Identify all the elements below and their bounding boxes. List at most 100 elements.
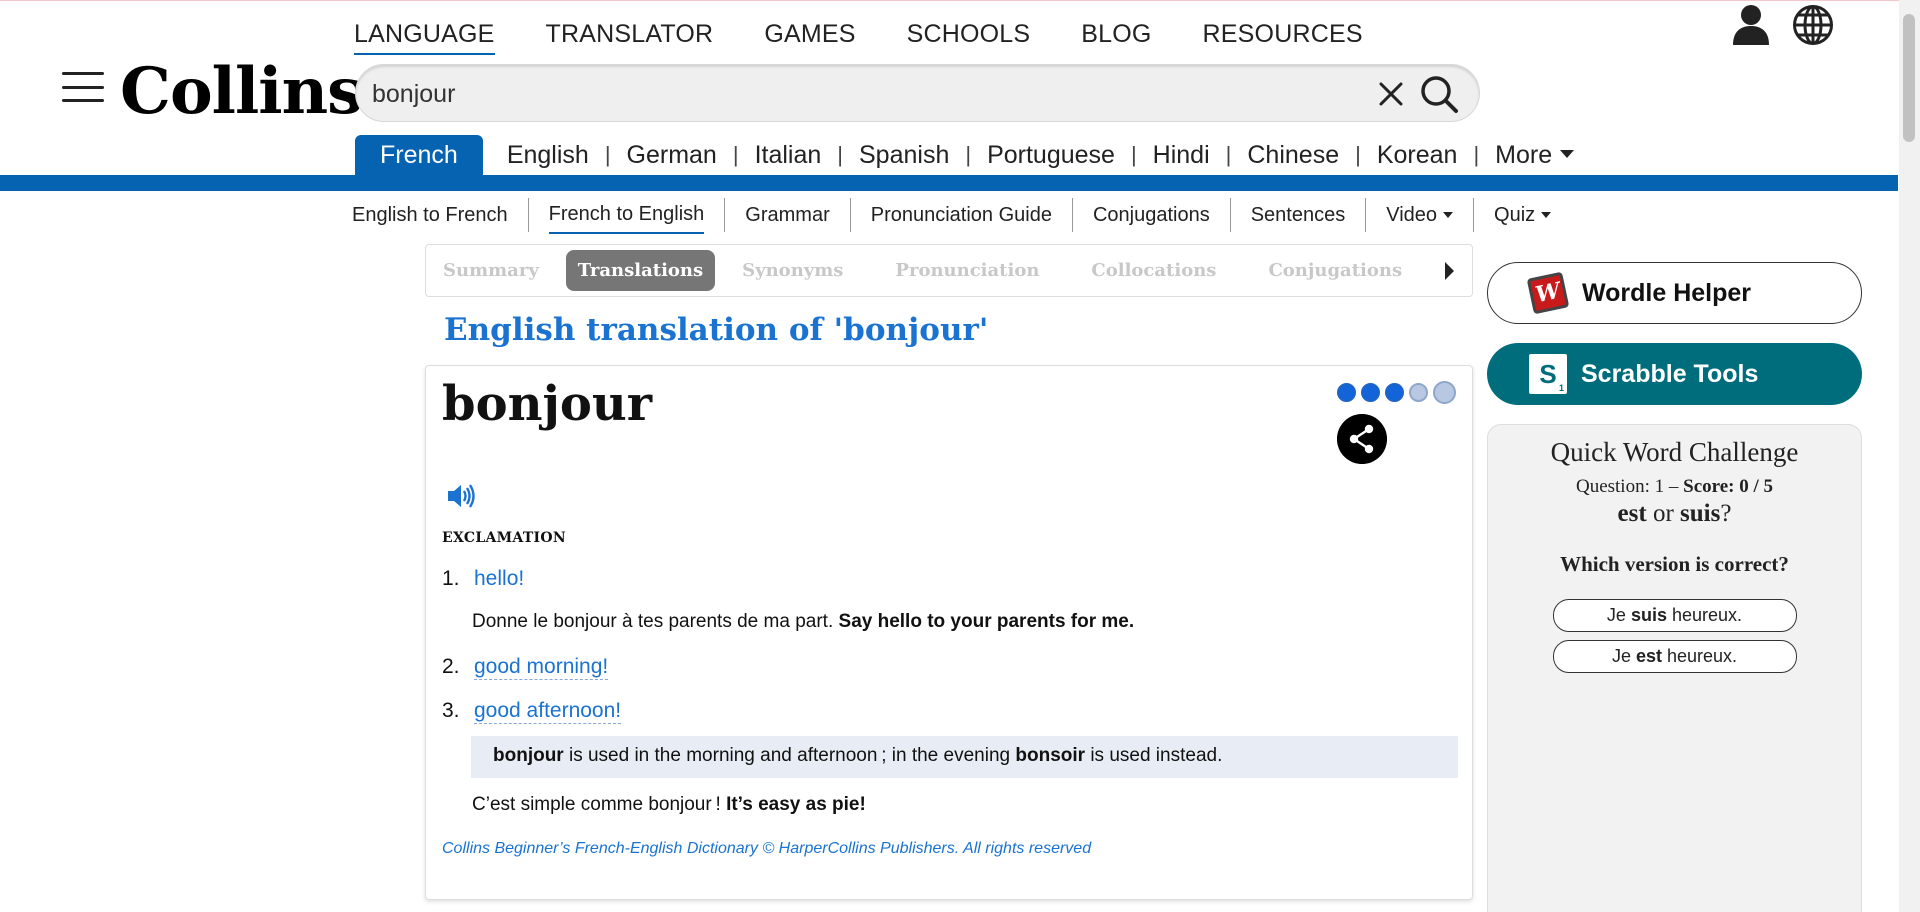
option-verb: est — [1635, 646, 1662, 666]
subnav-english-to-french[interactable]: English to French — [352, 198, 508, 233]
search-icon[interactable] — [1418, 73, 1460, 115]
section-tab-translations[interactable]: Translations — [565, 250, 716, 291]
quiz-status: Question: 1 – Score: 0 / 5 — [1488, 476, 1861, 498]
question-number: 1 — [1654, 476, 1665, 497]
subnav-quiz-label: Quiz — [1494, 203, 1536, 226]
frequency-dot — [1337, 383, 1356, 402]
lang-tab-more-label: More — [1495, 141, 1553, 169]
search-input[interactable] — [372, 75, 1312, 113]
top-nav-translator[interactable]: TRANSLATOR — [546, 20, 714, 55]
option-text: heureux. — [1667, 646, 1738, 666]
question-label: Question: — [1575, 476, 1650, 497]
translation-link[interactable]: hello! — [474, 567, 524, 591]
option-verb: suis — [1630, 605, 1667, 625]
sense-item: 1. hello! — [442, 567, 524, 591]
scrollbar-thumb[interactable] — [1903, 14, 1915, 142]
example-french: C’est simple comme bonjour ! — [472, 794, 721, 815]
section-tab-summary[interactable]: Summary — [443, 260, 539, 281]
scrabble-tile-icon: S 1 — [1529, 354, 1567, 394]
lang-tab-hindi[interactable]: Hindi — [1153, 137, 1210, 176]
quick-word-challenge: Quick Word Challenge Question: 1 – Score… — [1487, 424, 1862, 912]
top-nav-schools[interactable]: SCHOOLS — [907, 20, 1031, 55]
quiz-word-pair: est or suis? — [1488, 500, 1861, 528]
sense-item: 2. good morning! — [442, 655, 609, 680]
frequency-dot — [1385, 383, 1404, 402]
lang-tab-italian[interactable]: Italian — [755, 137, 822, 176]
scrabble-tools-label: Scrabble Tools — [1581, 359, 1759, 388]
section-tabs: Summary Translations Synonyms Pronunciat… — [425, 244, 1473, 297]
quiz-title: Quick Word Challenge — [1550, 437, 1799, 467]
lang-tab-french[interactable]: French — [355, 135, 483, 176]
page-title: English translation of 'bonjour' — [444, 312, 989, 348]
option-text: Je — [1606, 605, 1626, 625]
section-tab-conjugations[interactable]: Conjugations — [1268, 260, 1402, 281]
top-nav: LANGUAGE TRANSLATOR GAMES SCHOOLS BLOG R… — [354, 20, 1363, 55]
example-english: It’s easy as pie! — [726, 794, 866, 815]
frequency-dot — [1361, 383, 1380, 402]
top-nav-games[interactable]: GAMES — [764, 20, 855, 55]
quiz-prompt: Which version is correct? — [1560, 552, 1789, 576]
lang-tab-chinese[interactable]: Chinese — [1247, 137, 1339, 176]
lang-tab-english[interactable]: English — [507, 137, 589, 176]
chevron-down-icon — [1443, 212, 1454, 219]
share-icon[interactable] — [1337, 414, 1387, 464]
brand-bar — [0, 175, 1898, 191]
chevron-down-icon — [1541, 212, 1552, 219]
section-tab-pronunciation[interactable]: Pronunciation — [895, 260, 1039, 281]
top-nav-blog[interactable]: BLOG — [1081, 20, 1151, 55]
subnav-sentences[interactable]: Sentences — [1251, 198, 1346, 233]
lang-tab-german[interactable]: German — [627, 137, 717, 176]
top-nav-resources[interactable]: RESOURCES — [1203, 20, 1363, 55]
scrabble-tools-button[interactable]: S 1 Scrabble Tools — [1487, 343, 1862, 405]
quiz-option-button[interactable]: Je est heureux. — [1552, 640, 1797, 673]
note-text: is used instead. — [1090, 745, 1223, 766]
top-nav-language[interactable]: LANGUAGE — [354, 20, 495, 55]
example-sentence: Donne le bonjour à tes parents de ma par… — [472, 611, 1134, 633]
scroll-right-arrow-icon[interactable] — [1445, 262, 1454, 280]
example-english: Say hello to your parents for me. — [838, 611, 1135, 632]
top-border — [0, 0, 1920, 1]
audio-speaker-icon[interactable] — [446, 482, 476, 510]
subnav-video[interactable]: Video — [1386, 198, 1454, 233]
subnav-grammar[interactable]: Grammar — [745, 198, 829, 233]
subnav-quiz[interactable]: Quiz — [1494, 198, 1552, 233]
language-tabs: French English | German | Italian | Span… — [355, 135, 1575, 176]
lang-tab-korean[interactable]: Korean — [1377, 137, 1458, 176]
wordle-tile-icon: W — [1526, 271, 1570, 315]
sub-nav: English to French French to English Gram… — [352, 196, 1552, 234]
section-tab-synonyms[interactable]: Synonyms — [742, 260, 843, 281]
lang-tab-more[interactable]: More — [1495, 137, 1575, 176]
frequency-indicator — [1337, 381, 1456, 404]
collins-logo[interactable]: Collins — [120, 54, 363, 129]
frequency-dot — [1409, 383, 1428, 402]
globe-language-icon[interactable] — [1792, 4, 1834, 46]
example-sentence: C’est simple comme bonjour ! It’s easy a… — [472, 794, 866, 816]
scrabble-tile-score: 1 — [1558, 383, 1564, 393]
lang-tab-spanish[interactable]: Spanish — [859, 137, 949, 176]
subnav-pronunciation-guide[interactable]: Pronunciation Guide — [871, 198, 1052, 233]
quiz-dash: – — [1668, 476, 1679, 497]
quiz-qmark: ? — [1720, 500, 1732, 527]
note-word: bonsoir — [1015, 745, 1086, 766]
note-text: is used in the morning and afternoon ; i… — [568, 745, 1011, 766]
hamburger-menu-icon[interactable] — [62, 72, 104, 102]
user-account-icon[interactable] — [1731, 3, 1771, 45]
clear-search-icon[interactable] — [1374, 77, 1408, 111]
usage-note: bonjour is used in the morning and after… — [471, 736, 1458, 778]
frequency-dot — [1433, 381, 1456, 404]
wordle-helper-label: Wordle Helper — [1582, 278, 1752, 307]
section-tab-collocations[interactable]: Collocations — [1091, 260, 1216, 281]
translation-link[interactable]: good morning! — [474, 655, 609, 680]
subnav-french-to-english[interactable]: French to English — [548, 197, 705, 234]
quiz-option-button[interactable]: Je suis heureux. — [1552, 599, 1797, 632]
option-text: Je — [1611, 646, 1631, 666]
wordle-helper-button[interactable]: W Wordle Helper — [1487, 262, 1862, 324]
copyright-notice: Collins Beginner’s French-English Dictio… — [442, 840, 1092, 857]
sense-number: 2. — [442, 655, 460, 678]
scrabble-tile-letter: S — [1539, 358, 1557, 389]
lang-tab-portuguese[interactable]: Portuguese — [987, 137, 1115, 176]
sense-number: 1. — [442, 567, 460, 590]
quiz-word-b: suis — [1680, 500, 1721, 527]
subnav-conjugations[interactable]: Conjugations — [1093, 198, 1210, 233]
translation-link[interactable]: good afternoon! — [474, 699, 622, 724]
